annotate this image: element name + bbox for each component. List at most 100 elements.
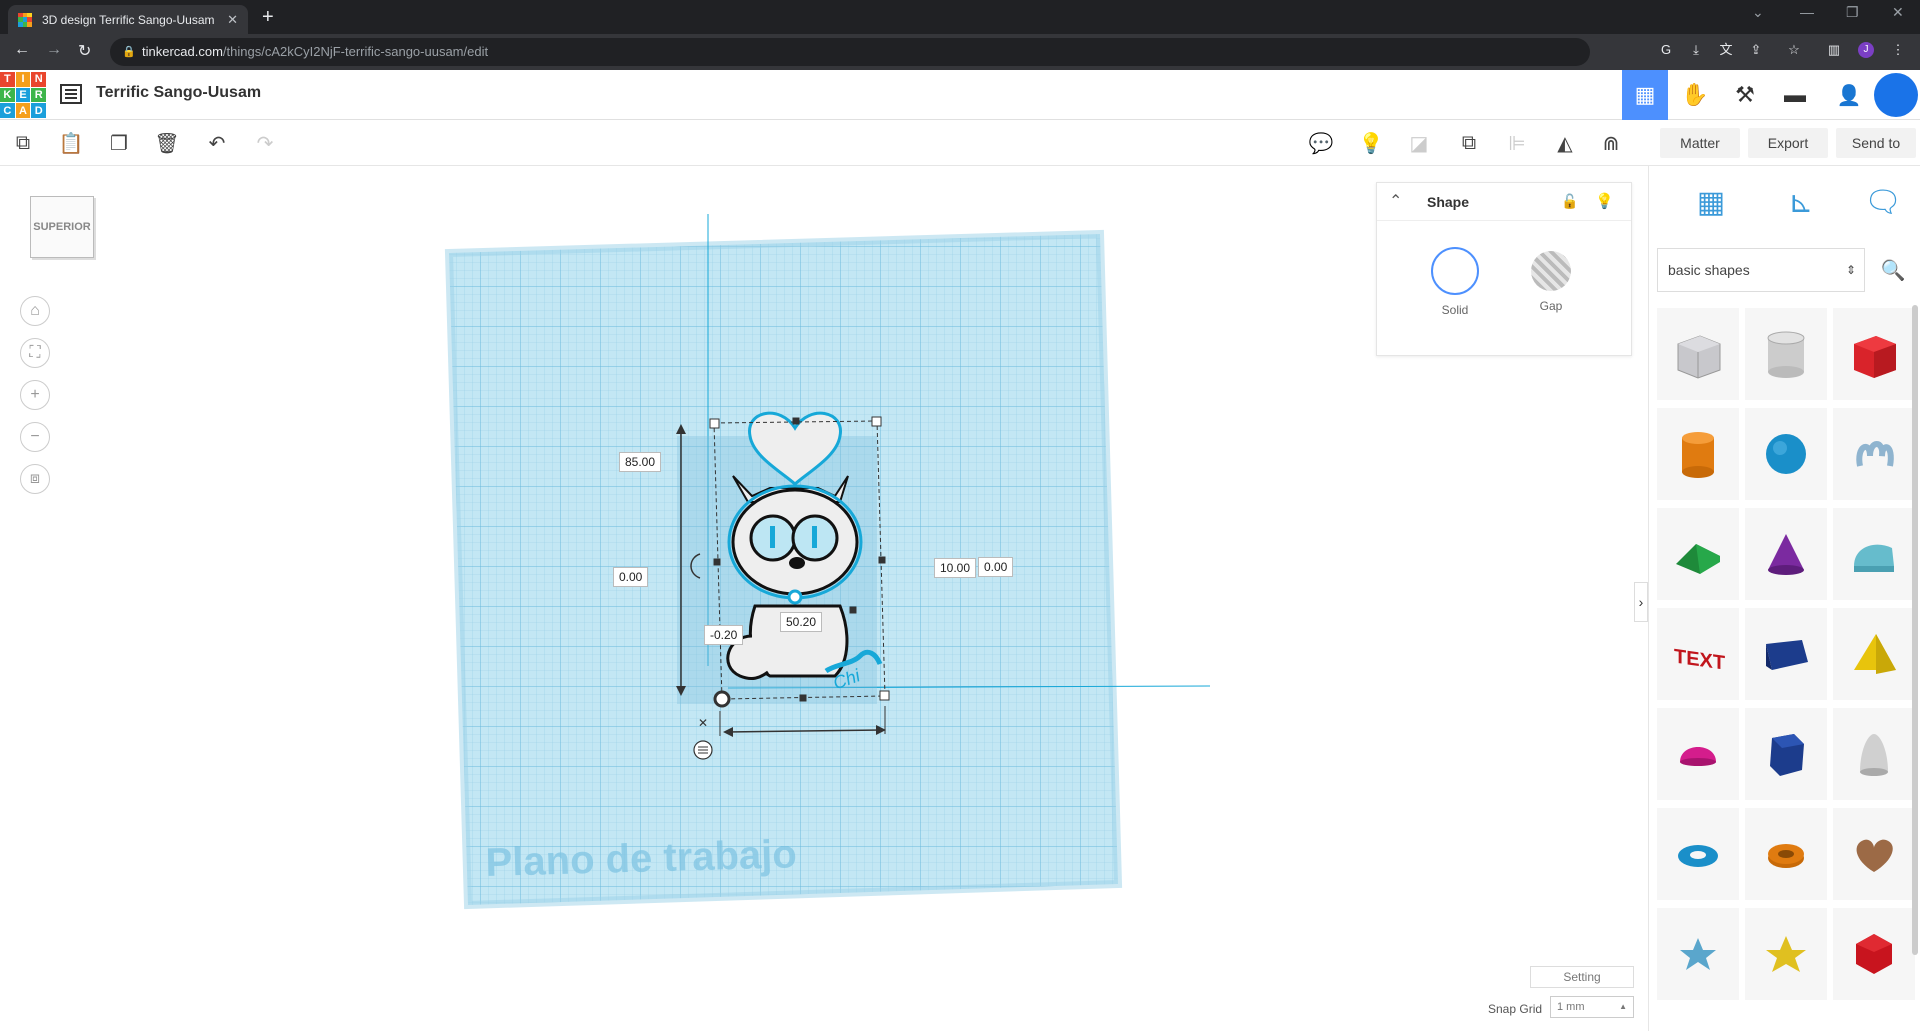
redo-icon[interactable]: ↷ xyxy=(250,128,280,158)
new-tab-icon[interactable]: + xyxy=(262,6,274,29)
bricks-tool-icon[interactable]: ⚒ xyxy=(1722,70,1768,120)
shape-half-sphere[interactable] xyxy=(1657,708,1739,800)
mirror-icon[interactable]: ◭ xyxy=(1550,128,1580,158)
duplicate-icon[interactable]: ❐ xyxy=(104,128,134,158)
shape-star[interactable] xyxy=(1657,908,1739,1000)
depth-value-label[interactable]: 10.00 xyxy=(934,558,977,578)
back-icon[interactable]: ← xyxy=(14,41,30,59)
handle-top-mid[interactable] xyxy=(792,417,800,425)
shape-star-gold[interactable] xyxy=(1745,908,1827,1000)
export-button[interactable]: Export xyxy=(1748,128,1828,158)
shape-text[interactable]: TEXT xyxy=(1657,608,1739,700)
shape-tube[interactable] xyxy=(1745,808,1827,900)
invite-user-icon[interactable]: 👤 xyxy=(1826,70,1872,120)
undo-icon[interactable]: ↶ xyxy=(202,128,232,158)
handle-top-right[interactable] xyxy=(871,416,882,427)
notes-tool-icon[interactable]: 🗨 xyxy=(1861,180,1905,224)
share-icon[interactable]: ⇪ xyxy=(1748,42,1764,58)
workplane-tool-icon[interactable]: ▦ xyxy=(1689,180,1733,224)
ruler-tool-icon[interactable]: ⊾ xyxy=(1779,180,1823,224)
minimize-icon[interactable]: — xyxy=(1800,4,1814,20)
handle-bottom-right[interactable] xyxy=(879,690,890,701)
browser-tab[interactable]: 3D design Terrific Sango-Uusam ✕ xyxy=(8,5,248,34)
blocks-icon[interactable]: ✋ xyxy=(1672,70,1718,120)
reload-icon[interactable]: ↻ xyxy=(78,41,91,61)
show-all-icon[interactable]: 💡 xyxy=(1356,128,1386,158)
delete-icon[interactable]: 🗑 xyxy=(152,128,182,158)
shape-cone[interactable] xyxy=(1745,508,1827,600)
width-value-label[interactable]: 50.20 xyxy=(780,612,823,632)
shape-icosahedron[interactable] xyxy=(1833,908,1915,1000)
shape-cylinder-striped[interactable] xyxy=(1745,308,1827,400)
bookmark-star-icon[interactable]: ☆ xyxy=(1786,42,1802,58)
sidepanel-icon[interactable]: ▥ xyxy=(1826,42,1842,58)
shape-round-roof[interactable] xyxy=(1833,508,1915,600)
unlock-icon[interactable]: 🔓 xyxy=(1561,193,1578,210)
shape-box[interactable] xyxy=(1833,308,1915,400)
solid-option[interactable]: Solid xyxy=(1425,247,1485,317)
shape-box-striped[interactable] xyxy=(1657,308,1739,400)
collapse-chevron-icon[interactable]: ⌃ xyxy=(1389,191,1402,211)
download-icon[interactable]: ⤓ xyxy=(1688,42,1704,58)
handle-bottom-left[interactable] xyxy=(713,690,731,708)
shape-sphere[interactable] xyxy=(1745,408,1827,500)
panel-expand-chevron-icon[interactable]: › xyxy=(1634,582,1648,622)
notes-icon[interactable]: 💬 xyxy=(1306,128,1336,158)
elevation-right-label[interactable]: 0.00 xyxy=(978,557,1014,577)
lego-brick-icon[interactable]: ▬ xyxy=(1772,70,1818,120)
shape-cylinder[interactable] xyxy=(1657,408,1739,500)
shape-category-select[interactable]: basic shapes ⇕ xyxy=(1657,248,1865,292)
handle-depth[interactable] xyxy=(849,606,857,614)
snap-grid-select[interactable]: 1 mm ▲ xyxy=(1550,996,1634,1018)
user-avatar[interactable] xyxy=(1874,73,1918,117)
paste-icon[interactable]: 📋 xyxy=(56,128,86,158)
copy-icon[interactable]: ⧉ xyxy=(8,128,38,158)
matter-button[interactable]: Matter xyxy=(1660,128,1740,158)
google-extension-icon[interactable]: G xyxy=(1658,42,1674,58)
3d-view-grid-icon[interactable]: ▦ xyxy=(1622,70,1668,120)
shape-torus[interactable] xyxy=(1657,808,1739,900)
shape-scribble[interactable] xyxy=(1833,408,1915,500)
search-icon[interactable]: 🔍 xyxy=(1871,248,1915,292)
forward-icon[interactable]: → xyxy=(46,41,62,59)
close-window-icon[interactable]: ✕ xyxy=(1892,4,1904,21)
translate-icon[interactable]: 文 xyxy=(1718,42,1734,58)
restore-icon[interactable]: ❐ xyxy=(1846,4,1859,21)
shape-polygon[interactable] xyxy=(1745,708,1827,800)
browser-menu-icon[interactable]: ⋮ xyxy=(1890,42,1906,58)
align-icon[interactable]: ⊫ xyxy=(1502,128,1532,158)
ungroup-icon[interactable]: ⧉ xyxy=(1454,128,1484,158)
handle-top-left[interactable] xyxy=(709,418,720,429)
address-bar[interactable]: 🔒 tinkercad.com/things/cA2kCyI2NjF-terri… xyxy=(110,38,1590,66)
elevation-left-label[interactable]: 0.00 xyxy=(613,567,649,587)
handle-left-mid[interactable] xyxy=(713,558,721,566)
handle-right-mid[interactable] xyxy=(878,556,886,564)
settings-button[interactable]: Setting xyxy=(1530,966,1634,988)
tinkercad-logo[interactable]: T I N K E R C A D xyxy=(0,72,46,118)
tab-close-icon[interactable]: ✕ xyxy=(227,12,238,28)
handle-bottom-mid[interactable] xyxy=(799,694,807,702)
solid-swatch[interactable] xyxy=(1431,247,1479,295)
offset-value-label[interactable]: -0.20 xyxy=(704,625,744,645)
profile-avatar[interactable]: J xyxy=(1858,42,1874,58)
cancel-move-icon[interactable]: ✕ xyxy=(698,716,708,730)
visibility-bulb-icon[interactable]: 💡 xyxy=(1595,192,1614,210)
send-to-button[interactable]: Send to xyxy=(1836,128,1916,158)
tab-search-icon[interactable]: ⌄ xyxy=(1752,4,1764,21)
library-scrollbar[interactable] xyxy=(1912,305,1918,955)
height-value-label[interactable]: 85.00 xyxy=(619,452,662,472)
magnet-icon[interactable]: ⋒ xyxy=(1596,128,1626,158)
svg-text:TEXT: TEXT xyxy=(1674,646,1726,675)
group-icon[interactable]: ◪ xyxy=(1404,128,1434,158)
shape-pyramid[interactable] xyxy=(1833,608,1915,700)
design-list-icon[interactable] xyxy=(60,84,82,104)
gap-option[interactable]: Gap xyxy=(1521,247,1581,313)
design-title[interactable]: Terrific Sango-Uusam xyxy=(96,84,261,102)
shape-heart[interactable] xyxy=(1833,808,1915,900)
shape-paraboloid[interactable] xyxy=(1833,708,1915,800)
gap-swatch[interactable] xyxy=(1531,251,1571,291)
shape-roof[interactable] xyxy=(1657,508,1739,600)
chevron-down-icon: ▲ xyxy=(1619,1002,1627,1011)
workplane-label: Plano de trabajo xyxy=(485,832,797,885)
shape-wedge[interactable] xyxy=(1745,608,1827,700)
